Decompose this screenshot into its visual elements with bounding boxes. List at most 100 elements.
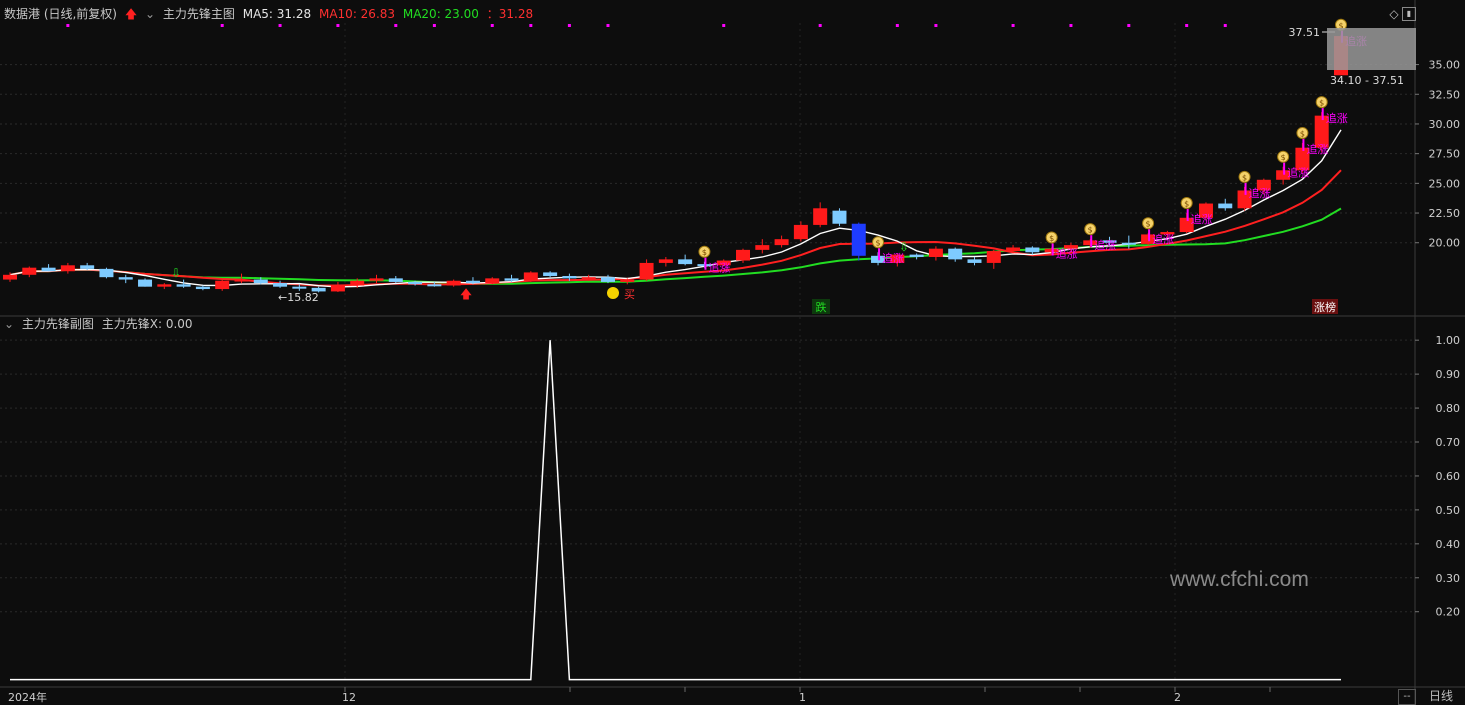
candle-body	[330, 285, 345, 292]
signal-dot	[1069, 24, 1073, 27]
signal-dot	[336, 24, 340, 27]
sub-y-tick-label: 0.60	[1436, 470, 1461, 483]
candle-body	[832, 210, 847, 224]
signal-dot	[1127, 24, 1131, 27]
candle-body	[851, 223, 866, 256]
candle-body	[1218, 203, 1233, 209]
candle-body	[80, 265, 95, 269]
candle-body	[658, 259, 673, 263]
sub-indicator-name[interactable]: 主力先锋副图	[22, 317, 94, 331]
sub-y-tick-label: 0.70	[1436, 436, 1461, 449]
money-bag-glyph: $	[702, 248, 707, 257]
candle-body	[774, 239, 789, 246]
main-y-tick-label: 25.00	[1429, 177, 1461, 190]
candle-body	[543, 272, 558, 276]
candle-body	[639, 262, 654, 280]
candle-body	[1025, 247, 1040, 253]
chevron-down-icon[interactable]: ⌄	[145, 7, 155, 21]
candle-body	[1006, 247, 1021, 252]
candle-body	[195, 286, 210, 290]
chevron-down-icon[interactable]: ⌄	[4, 317, 14, 331]
ma10-line	[9, 169, 1342, 287]
range-box	[1327, 28, 1416, 70]
candle-body	[1121, 242, 1136, 245]
main-y-tick-label: 27.50	[1429, 148, 1461, 161]
candle-body	[581, 277, 596, 280]
main-y-tick-label: 30.00	[1429, 118, 1461, 131]
sub-y-tick-label: 0.30	[1436, 572, 1461, 585]
money-bag-glyph: $	[1300, 129, 1305, 138]
sub-y-tick-label: 0.90	[1436, 368, 1461, 381]
candle-body	[388, 278, 403, 282]
sub-y-tick-label: 0.50	[1436, 504, 1461, 517]
candle-body	[523, 272, 538, 281]
arrow-up-icon[interactable]: 🡅	[125, 7, 137, 21]
candle-body	[986, 251, 1001, 263]
money-bag-glyph: $	[1184, 200, 1189, 209]
candle-body	[118, 277, 133, 280]
candle-body	[427, 284, 442, 287]
x-label-jan: 1	[799, 691, 806, 704]
signal-dot	[66, 24, 70, 27]
signal-dot	[490, 24, 494, 27]
candle-body	[138, 279, 153, 287]
main-indicator-name[interactable]: 主力先锋主图	[163, 7, 235, 21]
sub-indicator-value: 主力先锋X: 0.00	[101, 317, 193, 331]
candle-body	[350, 280, 365, 286]
candle-body	[562, 275, 577, 279]
candle-body	[3, 274, 17, 280]
candle-body	[157, 284, 172, 287]
chase-label: 追涨	[1191, 212, 1213, 226]
chase-label: 追涨	[1152, 232, 1174, 246]
candle-body	[22, 267, 37, 275]
chart-canvas[interactable]: 20.00 22.50 25.00 27.50 30.00 32.50 35.00 0.20 0…	[0, 0, 1465, 705]
x-label-feb: 2	[1174, 691, 1181, 704]
sub-y-tick-label: 0.80	[1436, 402, 1461, 415]
x-label-year: 2024年	[8, 690, 47, 704]
signal-dot	[567, 24, 571, 27]
high-value-label: 37.51	[1289, 26, 1321, 39]
smiley-icon	[607, 287, 619, 299]
candle-body	[369, 278, 384, 281]
chase-label: 追涨	[1287, 166, 1309, 180]
panel-toggle-icon[interactable]: ▮	[1402, 7, 1416, 21]
watermark: www.cfchi.com	[1170, 568, 1309, 591]
dash-button[interactable]: --	[1398, 689, 1416, 705]
signal-dot	[1185, 24, 1189, 27]
money-bag-glyph: $	[875, 239, 880, 248]
ma20-line	[9, 207, 1342, 285]
candle-body	[253, 279, 268, 284]
diamond-icon[interactable]: ◇	[1387, 7, 1401, 21]
money-bag-glyph: $	[1319, 99, 1324, 108]
candle-body	[99, 268, 114, 278]
extra-value: ：31.28	[486, 7, 534, 21]
sub-chart-header: ⌄ 主力先锋副图 主力先锋X: 0.00	[4, 316, 197, 332]
money-bag-glyph: $	[1281, 153, 1286, 162]
candle-body	[504, 278, 519, 281]
arrow-down-icon: ⇩	[899, 240, 909, 254]
chase-label: 追涨	[1056, 246, 1078, 260]
signal-dot	[432, 24, 436, 27]
candle-body	[600, 277, 615, 282]
candle-body	[408, 281, 423, 285]
candle-body	[736, 249, 751, 261]
main-y-tick-label: 35.00	[1429, 59, 1461, 72]
money-bag-glyph: $	[1049, 234, 1054, 243]
signal-dot	[529, 24, 533, 27]
arrow-up-icon: 🡅	[460, 287, 472, 301]
chase-label: 追涨	[1094, 238, 1116, 252]
signal-dot	[895, 24, 899, 27]
candle-body	[928, 248, 943, 257]
signal-dot	[1223, 24, 1227, 27]
limit-board-label: 涨榜	[1314, 300, 1336, 314]
candle-body	[620, 279, 635, 282]
main-chart-header: 数据港 (日线,前复权) 🡅 ⌄ 主力先锋主图 MA5: 31.28 MA10:…	[4, 6, 537, 22]
period-button[interactable]: 日线	[1418, 689, 1464, 703]
money-bag-glyph: $	[1242, 173, 1247, 182]
candle-body	[813, 208, 828, 225]
candle-body	[234, 279, 249, 282]
arrow-down-icon: ⇩	[171, 266, 181, 280]
chase-label: 追涨	[1306, 142, 1328, 156]
candle-body	[273, 283, 288, 287]
ma20-value: MA20: 23.00	[402, 7, 479, 21]
